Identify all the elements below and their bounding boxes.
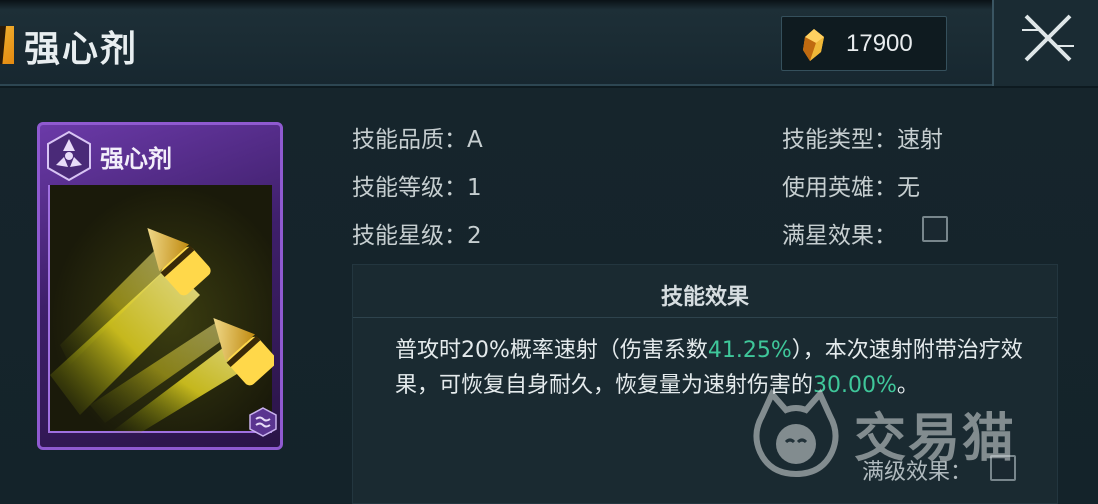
cat-logo-icon (753, 388, 839, 478)
effect-highlight-coefficient: 41.25% (707, 338, 792, 363)
effect-divider (353, 317, 1057, 318)
watermark: 交易猫 (748, 386, 1078, 486)
effect-text-part: 普攻时20%概率速射（伤害系数 (395, 338, 708, 363)
attr-star-label: 技能星级： (352, 223, 467, 249)
fullstar-checkbox[interactable] (922, 216, 948, 242)
twin-yellow-bullets-art (50, 227, 277, 433)
attr-hero-label: 使用英雄： (782, 175, 897, 201)
attr-type-value: 速射 (897, 127, 943, 153)
close-button[interactable] (992, 0, 1098, 86)
title-accent-mark (0, 26, 14, 64)
card-art (48, 185, 277, 433)
card-skill-name: 强心剂 (100, 144, 172, 173)
attr-star-value: 2 (467, 223, 482, 249)
skill-card: 强心剂 (37, 122, 283, 450)
watermark-text: 交易猫 (854, 409, 1017, 469)
attr-star: 技能星级：2 (352, 216, 482, 250)
hexagon-emblem-icon (47, 130, 91, 182)
attr-type: 技能类型：速射 (782, 120, 943, 154)
header-bar: 强心剂 17900 (0, 0, 1098, 86)
attr-level-label: 技能等级： (352, 175, 467, 201)
attr-quality: 技能品质：A (352, 120, 483, 154)
attr-type-label: 技能类型： (782, 127, 897, 153)
close-icon[interactable] (1020, 10, 1076, 66)
attr-fullstar: 满星效果： (782, 216, 897, 250)
wave-badge-icon (249, 407, 277, 437)
attr-fullstar-label: 满星效果： (782, 223, 897, 249)
crystal-icon (803, 29, 824, 61)
effect-title: 技能效果 (660, 284, 749, 310)
attr-hero-value: 无 (897, 175, 920, 201)
attr-quality-value: A (467, 127, 483, 153)
attr-quality-label: 技能品质： (352, 127, 467, 153)
attr-hero: 使用英雄：无 (782, 168, 920, 202)
currency-display: 17900 (781, 16, 947, 71)
attr-level-value: 1 (467, 175, 482, 201)
attr-level: 技能等级：1 (352, 168, 482, 202)
currency-value: 17900 (846, 30, 913, 57)
page-title: 强心剂 (24, 28, 139, 70)
